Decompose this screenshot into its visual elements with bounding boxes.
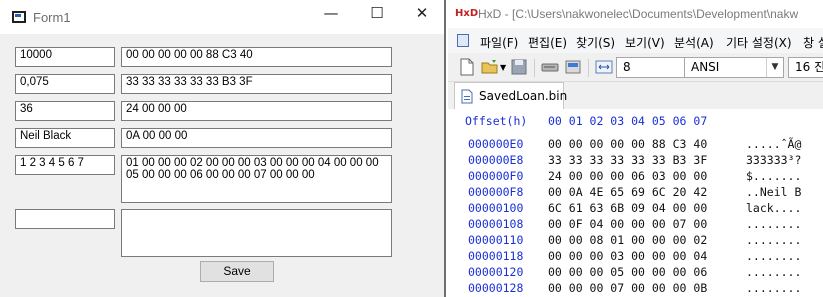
- row-hex-bytes[interactable]: 00 00 00 03 00 00 00 04: [548, 249, 707, 264]
- hxd-app-icon: HxD: [455, 8, 479, 19]
- form1-titlebar[interactable]: Form1 — ☐ ✕: [0, 0, 444, 34]
- bytes-per-row-value: 8: [623, 60, 631, 74]
- toolbar-separator: [588, 59, 589, 77]
- row-text[interactable]: $.......: [746, 169, 801, 184]
- row-offset: 000000F0: [468, 169, 524, 183]
- menu-window[interactable]: 창 실: [803, 34, 823, 51]
- row-offset: 000000E8: [468, 153, 524, 167]
- row-text[interactable]: ..Neil B: [746, 185, 801, 200]
- close-icon[interactable]: ✕: [409, 4, 435, 30]
- open-folder-icon[interactable]: [481, 58, 499, 76]
- name-bytes-output[interactable]: 0A 00 00 00: [121, 128, 392, 148]
- row-text[interactable]: ........: [746, 233, 801, 248]
- row-text[interactable]: lack....: [746, 201, 801, 216]
- row-hex-bytes[interactable]: 00 0F 04 00 00 00 07 00: [548, 217, 707, 232]
- offset-base-value: 16 진: [795, 60, 823, 74]
- maximize-icon[interactable]: ☐: [364, 4, 390, 30]
- disk-icon[interactable]: [541, 58, 559, 76]
- row-offset: 000000E0: [468, 137, 524, 151]
- array-value-input[interactable]: 1 2 3 4 5 6 7: [15, 155, 115, 175]
- hxd-titlebar[interactable]: HxD HxD - [C:\Users\nakwonelec\Documents…: [448, 0, 823, 28]
- double-value-input[interactable]: 10000: [15, 47, 115, 67]
- charset-select[interactable]: ANSI ▼: [684, 57, 784, 78]
- window-title: Form1: [33, 10, 71, 25]
- charset-value: ANSI: [691, 60, 720, 74]
- row-offset: 00000118: [468, 249, 524, 263]
- extra-bytes-output[interactable]: [121, 209, 392, 257]
- tab-label: SavedLoan.bin: [479, 89, 568, 103]
- memory-icon[interactable]: [564, 58, 582, 76]
- toolbar-separator: [534, 59, 535, 77]
- double-bytes-output[interactable]: 00 00 00 00 00 88 C3 40: [121, 47, 392, 67]
- open-dropdown-icon[interactable]: ▼: [500, 63, 506, 72]
- row-text[interactable]: ........: [746, 281, 801, 296]
- minimize-icon[interactable]: —: [318, 4, 344, 30]
- menu-view[interactable]: 보기(V): [625, 34, 665, 51]
- row-hex-bytes[interactable]: 24 00 00 00 06 03 00 00: [548, 169, 707, 184]
- save-icon[interactable]: [510, 58, 528, 76]
- row-text[interactable]: 333333³?: [746, 153, 801, 168]
- row-hex-bytes[interactable]: 33 33 33 33 33 33 B3 3F: [548, 153, 707, 168]
- menu-file[interactable]: 파일(F): [480, 34, 518, 51]
- row-hex-bytes[interactable]: 00 0A 4E 65 69 6C 20 42: [548, 185, 707, 200]
- row-hex-bytes[interactable]: 00 00 08 01 00 00 00 02: [548, 233, 707, 248]
- row-hex-bytes[interactable]: 00 00 00 05 00 00 00 06: [548, 265, 707, 280]
- row-text[interactable]: ........: [746, 265, 801, 280]
- row-text[interactable]: ........: [746, 249, 801, 264]
- hxd-window: HxD HxD - [C:\Users\nakwonelec\Documents…: [448, 0, 823, 297]
- offset-header: Offset(h): [465, 114, 528, 128]
- int-value-input[interactable]: 36: [15, 101, 115, 121]
- row-offset: 00000110: [468, 233, 524, 247]
- extra-value-input[interactable]: [15, 209, 115, 229]
- rate-bytes-output[interactable]: 33 33 33 33 33 33 B3 3F: [121, 74, 392, 94]
- row-hex-bytes[interactable]: 6C 61 63 6B 09 04 00 00: [548, 201, 707, 216]
- new-file-icon[interactable]: [458, 58, 476, 76]
- chevron-down-icon: ▼: [766, 58, 783, 77]
- menu-analysis[interactable]: 분석(A): [674, 34, 714, 51]
- menu-bar: 파일(F) 편집(E) 찾기(S) 보기(V) 분석(A) 기타 설정(X) 창…: [448, 28, 823, 53]
- row-offset: 000000F8: [468, 185, 524, 199]
- save-button[interactable]: Save: [200, 261, 274, 282]
- rate-value-input[interactable]: 0,075: [15, 74, 115, 94]
- row-offset: 00000108: [468, 217, 524, 231]
- row-hex-bytes[interactable]: 00 00 00 07 00 00 00 0B: [548, 281, 707, 296]
- row-text[interactable]: ........: [746, 217, 801, 232]
- column-header: 00 01 02 03 04 05 06 07: [548, 114, 708, 128]
- menu-edit[interactable]: 편집(E): [528, 34, 567, 51]
- row-hex-bytes[interactable]: 00 00 00 00 00 88 C3 40: [548, 137, 707, 152]
- row-text[interactable]: .....ˆÃ@: [746, 137, 801, 152]
- bytes-per-row-icon: [595, 58, 613, 76]
- row-offset: 00000128: [468, 281, 524, 295]
- form-app-icon: [12, 11, 26, 23]
- name-value-input[interactable]: Neil Black: [15, 128, 115, 148]
- tab-savedloan[interactable]: SavedLoan.bin: [454, 82, 568, 109]
- menu-search[interactable]: 찾기(S): [576, 34, 615, 51]
- menu-extras[interactable]: 기타 설정(X): [726, 34, 792, 51]
- toolbar: ▼ 8 ▼ ANSI ▼ 16 진: [448, 53, 823, 82]
- offset-base-select[interactable]: 16 진: [788, 57, 823, 78]
- row-offset: 00000100: [468, 201, 524, 215]
- int-bytes-output[interactable]: 24 00 00 00: [121, 101, 392, 121]
- form1-window: Form1 — ☐ ✕ 10000 00 00 00 00 00 88 C3 4…: [0, 0, 446, 297]
- row-offset: 00000120: [468, 265, 524, 279]
- file-icon: [460, 89, 474, 108]
- window-title: HxD - [C:\Users\nakwonelec\Documents\Dev…: [478, 7, 799, 21]
- array-bytes-output[interactable]: 01 00 00 00 02 00 00 00 03 00 00 00 04 0…: [121, 155, 392, 203]
- document-menu-icon[interactable]: [457, 34, 469, 47]
